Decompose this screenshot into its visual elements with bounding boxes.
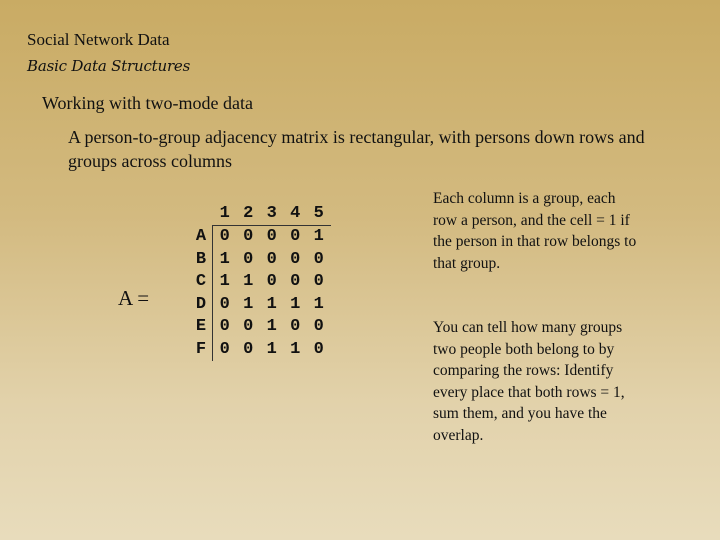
matrix-cell: 0 <box>243 227 254 247</box>
matrix-cell: 0 <box>266 249 277 269</box>
row-label: E <box>195 317 207 337</box>
column-header: 5 <box>313 203 324 223</box>
matrix-cell: 0 <box>219 317 230 337</box>
matrix-cell: 0 <box>219 227 230 247</box>
row-label: F <box>195 339 207 359</box>
column-header: 1 <box>219 203 230 223</box>
matrix-cell: 0 <box>219 294 230 314</box>
matrix-cell: 0 <box>243 339 254 359</box>
matrix-cell: 0 <box>313 249 324 269</box>
matrix-cell: 1 <box>266 339 277 359</box>
matrix-cell: 1 <box>290 339 301 359</box>
matrix-cell: 1 <box>243 272 254 292</box>
matrix-cell: 1 <box>313 227 324 247</box>
matrix-header-row: 12345 <box>212 202 331 226</box>
matrix-cell: 1 <box>243 294 254 314</box>
matrix-cell: 0 <box>313 339 324 359</box>
note-overlap: You can tell how many groups two people … <box>433 319 625 444</box>
adjacency-matrix: 12345 A00001B10000C11000D01111E00100F001… <box>190 202 331 361</box>
column-header: 4 <box>290 203 301 223</box>
section-heading: Working with two-mode data <box>42 93 254 113</box>
column-header: 3 <box>266 203 277 223</box>
matrix-cell: 0 <box>243 317 254 337</box>
row-label: D <box>195 294 207 314</box>
matrix-cell: 1 <box>219 272 230 292</box>
matrix-row: B10000 <box>190 248 331 271</box>
description: A person-to-group adjacency matrix is re… <box>68 127 645 171</box>
note-column-meaning: Each column is a group, each row a perso… <box>433 190 637 272</box>
matrix-row: E00100 <box>190 315 331 338</box>
row-label: B <box>195 249 207 269</box>
matrix-cell: 0 <box>219 339 230 359</box>
matrix-row: C11000 <box>190 270 331 293</box>
matrix-cell: 1 <box>290 294 301 314</box>
matrix-cell: 0 <box>313 272 324 292</box>
matrix-cell: 0 <box>266 272 277 292</box>
matrix-cell: 0 <box>266 227 277 247</box>
matrix-cell: 0 <box>290 249 301 269</box>
row-label: A <box>195 227 207 247</box>
matrix-row: D01111 <box>190 293 331 316</box>
matrix-row: F00110 <box>190 338 331 361</box>
matrix-cell: 1 <box>313 294 324 314</box>
slide-title: Social Network Data <box>27 30 170 49</box>
slide-subtitle: Basic Data Structures <box>27 57 191 75</box>
row-label: C <box>195 272 207 292</box>
matrix-cell: 1 <box>266 317 277 337</box>
matrix-cell: 0 <box>290 317 301 337</box>
matrix-label: A = <box>118 286 150 310</box>
matrix-cell: 1 <box>219 249 230 269</box>
matrix-cell: 0 <box>290 227 301 247</box>
column-header: 2 <box>243 203 254 223</box>
matrix-cell: 0 <box>290 272 301 292</box>
matrix-cell: 1 <box>266 294 277 314</box>
matrix-cell: 0 <box>243 249 254 269</box>
matrix-cell: 0 <box>313 317 324 337</box>
matrix-row: A00001 <box>190 225 331 248</box>
